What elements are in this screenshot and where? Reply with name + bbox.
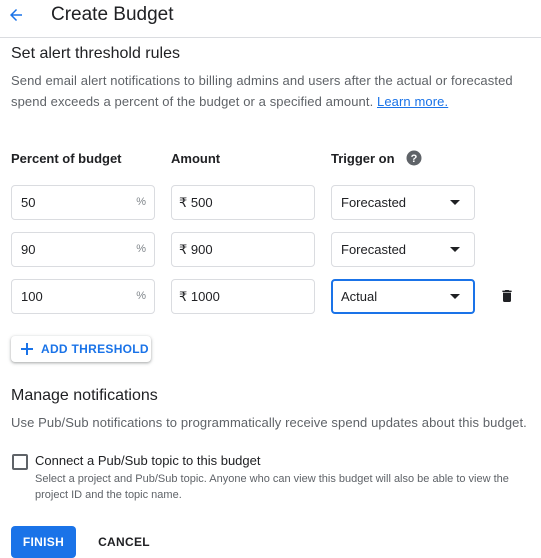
amount-value-2: ₹ 900: [179, 242, 213, 257]
percent-suffix-2: %: [136, 243, 146, 255]
amount-input-1[interactable]: ₹ 500: [171, 185, 315, 220]
add-threshold-label: ADD THRESHOLD: [41, 342, 149, 356]
dropdown-arrow-icon: [450, 200, 460, 205]
amount-input-2[interactable]: ₹ 900: [171, 232, 315, 267]
trigger-column-header: Trigger on: [331, 151, 395, 166]
alert-section-title: Set alert threshold rules: [11, 45, 180, 62]
add-threshold-button[interactable]: ADD THRESHOLD: [11, 336, 151, 362]
amount-input-3[interactable]: ₹ 1000: [171, 279, 315, 314]
dropdown-arrow-icon: [450, 247, 460, 252]
percent-input-3[interactable]: 100 %: [11, 279, 155, 314]
page-header: Create Budget: [0, 0, 541, 38]
percent-suffix-3: %: [136, 290, 146, 302]
plus-icon: [21, 343, 33, 355]
notifications-section-title: Manage notifications: [11, 387, 158, 404]
percent-value-2: 90: [21, 242, 36, 257]
back-arrow-icon[interactable]: [4, 3, 28, 27]
pubsub-checkbox[interactable]: [12, 454, 28, 470]
alert-section-description: Send email alert notifications to billin…: [11, 70, 531, 112]
trigger-value-2: Forecasted: [341, 242, 407, 257]
percent-suffix-1: %: [136, 196, 146, 208]
pubsub-checkbox-help: Select a project and Pub/Sub topic. Anyo…: [35, 473, 509, 501]
percent-value-1: 50: [21, 195, 36, 210]
pubsub-checkbox-label[interactable]: Connect a Pub/Sub topic to this budget: [35, 453, 261, 469]
percent-input-2[interactable]: 90 %: [11, 232, 155, 267]
cancel-button[interactable]: CANCEL: [90, 526, 158, 558]
trigger-select-3[interactable]: Actual: [331, 279, 475, 314]
amount-value-3: ₹ 1000: [179, 289, 220, 304]
dropdown-arrow-icon: [450, 294, 460, 299]
help-icon[interactable]: ?: [406, 150, 422, 166]
trigger-select-2[interactable]: Forecasted: [331, 232, 475, 267]
page-title: Create Budget: [51, 4, 174, 25]
percent-input-1[interactable]: 50 %: [11, 185, 155, 220]
learn-more-link[interactable]: Learn more.: [377, 94, 448, 109]
trigger-value-3: Actual: [341, 289, 378, 304]
amount-column-header: Amount: [171, 151, 221, 166]
delete-icon[interactable]: [499, 288, 515, 304]
percent-column-header: Percent of budget: [11, 151, 122, 166]
percent-value-3: 100: [21, 289, 43, 304]
svg-text:?: ?: [411, 153, 418, 165]
amount-value-1: ₹ 500: [179, 195, 213, 210]
trigger-select-1[interactable]: Forecasted: [331, 185, 475, 220]
trigger-value-1: Forecasted: [341, 195, 407, 210]
finish-button[interactable]: FINISH: [11, 526, 76, 558]
notifications-description: Use Pub/Sub notifications to programmati…: [11, 415, 527, 430]
